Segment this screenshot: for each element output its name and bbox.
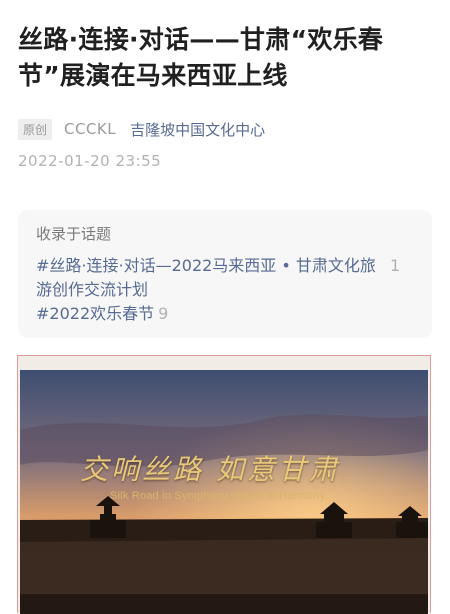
publish-date: 2022-01-20 23:55 [18, 152, 162, 170]
source-link[interactable]: 吉隆坡中国文化中心 [130, 119, 265, 140]
topic-count: 1 [390, 256, 401, 275]
topics-box: 收录于话题 #丝路·连接·对话—2022马来西亚 • 甘肃文化旅游创作交流计划 … [18, 210, 432, 338]
topic-link-spring-festival[interactable]: #2022欢乐春节 9 [36, 302, 168, 326]
original-tag: 原创 [18, 118, 53, 140]
image-english-subtitle: Silk Road in Symphony,Gansu in Harmony. [110, 490, 328, 502]
topic-count: 9 [158, 304, 169, 323]
topic-label: #2022欢乐春节 [36, 304, 155, 323]
article-meta: 原创 CCCKL 吉隆坡中国文化中心 [18, 117, 265, 141]
account-name[interactable]: CCCKL [64, 120, 116, 138]
article-image[interactable]: 交响丝路 如意甘肃 Silk Road in Symphony,Gansu in… [17, 355, 431, 614]
image-calligraphy-title: 交响丝路 如意甘肃 [80, 453, 340, 486]
article-title: 丝路·连接·对话——甘肃“欢乐春节”展演在马来西亚上线 [18, 25, 384, 90]
topic-link-silk-road[interactable]: #丝路·连接·对话—2022马来西亚 • 甘肃文化旅游创作交流计划 [36, 254, 382, 302]
topics-heading: 收录于话题 [36, 225, 112, 243]
